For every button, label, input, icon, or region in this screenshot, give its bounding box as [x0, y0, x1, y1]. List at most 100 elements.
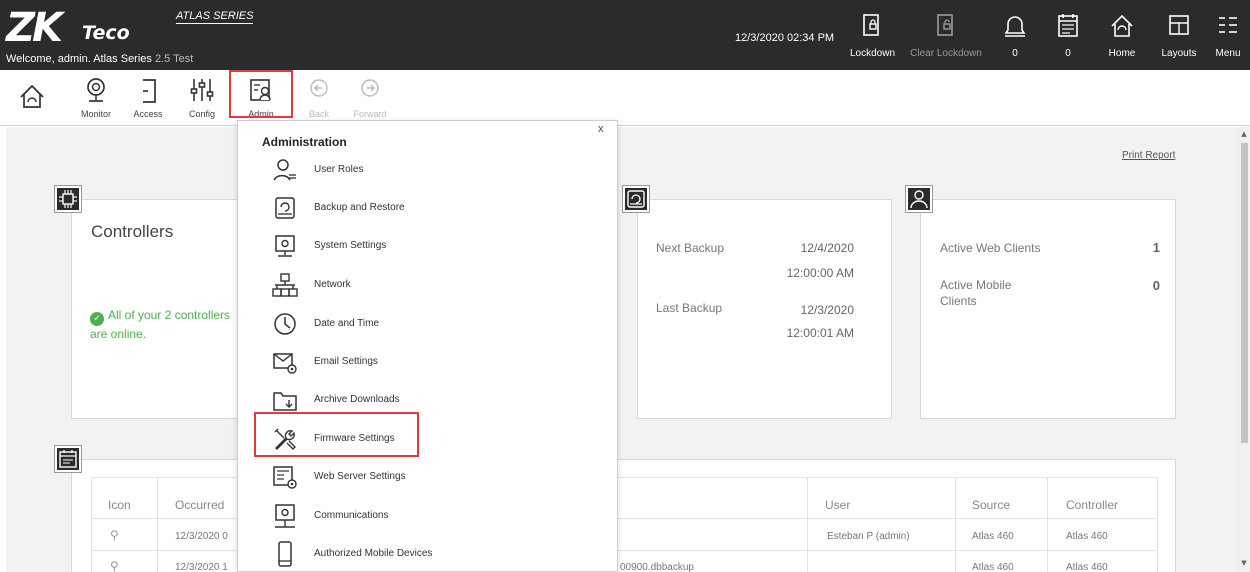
nav-monitor-label: Monitor	[80, 109, 111, 119]
event-occurred: 12/3/2020 1	[175, 562, 228, 572]
nav-access-label: Access	[133, 109, 163, 119]
access-icon	[143, 79, 156, 103]
lockdown-button[interactable]: Lockdown	[850, 12, 896, 62]
events-button[interactable]: 0	[1055, 12, 1081, 62]
calendar-icon	[59, 450, 77, 468]
nav-config-label: Config	[188, 109, 215, 119]
home-button[interactable]: Home	[1106, 12, 1138, 62]
active-mobile-clients-value: 0	[1152, 278, 1160, 293]
firmware-highlight-box	[254, 412, 419, 457]
welcome-label: Welcome, admin. Atlas Series	[6, 53, 152, 65]
column-header-controller[interactable]: Controller	[1066, 497, 1118, 513]
table-col-line	[955, 477, 956, 572]
active-web-clients-label: Active Web Clients	[940, 241, 1041, 255]
last-backup-label: Last Backup	[656, 301, 723, 315]
column-header-source[interactable]: Source	[972, 497, 1010, 513]
event-source: Atlas 460	[972, 531, 1014, 542]
menu-item-label: Network	[314, 279, 351, 290]
table-col-line	[157, 477, 158, 572]
dropdown-close-button[interactable]: x	[598, 123, 604, 135]
home-label: Home	[1108, 48, 1136, 59]
lockdown-label: Lockdown	[850, 48, 896, 59]
controller-panel-icon	[55, 186, 81, 212]
backup-drive-icon	[627, 190, 645, 208]
vertical-scrollbar[interactable]: ▲ ▼	[1238, 127, 1250, 572]
calendar-icon	[1058, 14, 1078, 37]
menu-item-mobile-devices[interactable]: Authorized Mobile Devices	[272, 539, 572, 569]
controllers-title: Controllers	[91, 222, 174, 241]
backup-panel-icon	[623, 186, 649, 212]
menu-icon	[1219, 17, 1237, 33]
check-circle-icon: ✓	[90, 312, 104, 326]
menu-item-label: User Roles	[314, 164, 364, 175]
menu-item-label: Authorized Mobile Devices	[314, 548, 433, 559]
table-col-line	[1047, 477, 1048, 572]
home-icon	[1111, 14, 1133, 37]
menu-item-web-server-settings[interactable]: Web Server Settings	[272, 462, 572, 492]
nav-config[interactable]: Config	[182, 76, 222, 120]
menu-item-user-roles[interactable]: User Roles	[272, 155, 572, 185]
event-user: Esteban P (admin)	[827, 531, 910, 542]
menu-item-label: Email Settings	[314, 356, 378, 367]
nav-access[interactable]: Access	[128, 76, 168, 120]
logo-main-text: ZK	[6, 5, 63, 51]
last-backup-date: 12/3/2020	[800, 303, 854, 317]
network-icon	[272, 273, 298, 297]
menu-item-label: Backup and Restore	[314, 202, 405, 213]
bell-icon	[1004, 16, 1026, 37]
alarms-button[interactable]: 0	[1002, 12, 1028, 62]
events-panel-icon	[55, 446, 81, 472]
config-icon	[190, 79, 214, 101]
nav-back[interactable]: Back	[304, 76, 334, 120]
welcome-text: Welcome, admin. Atlas Series 2.5 Test	[6, 52, 193, 66]
home-icon	[20, 84, 44, 108]
archive-downloads-icon	[273, 392, 297, 411]
layouts-icon	[1169, 15, 1189, 35]
chip-icon	[59, 190, 77, 208]
nav-forward[interactable]: Forward	[352, 76, 388, 120]
event-description: 00900.dbbackup	[620, 562, 694, 572]
atlas-series-badge: ATLAS SERIES	[176, 10, 254, 24]
column-header-user[interactable]: User	[825, 497, 850, 513]
layouts-label: Layouts	[1161, 48, 1197, 59]
menu-item-email-settings[interactable]: Email Settings	[272, 347, 572, 377]
next-backup-time: 12:00:00 AM	[786, 266, 854, 280]
events-count: 0	[1065, 48, 1071, 59]
menu-button[interactable]: Menu	[1212, 12, 1244, 62]
active-mobile-clients-label: Active Mobile Clients	[940, 278, 1012, 308]
subnav-home-button[interactable]	[14, 82, 50, 112]
column-header-icon[interactable]: Icon	[108, 497, 131, 513]
clear-lockdown-icon	[937, 14, 953, 36]
top-header: ZK Teco ATLAS SERIES Welcome, admin. Atl…	[0, 0, 1250, 70]
menu-item-system-settings[interactable]: System Settings	[272, 231, 572, 261]
backup-restore-icon	[275, 197, 295, 219]
clear-lockdown-button[interactable]: Clear Lockdown	[908, 12, 984, 62]
scroll-thumb[interactable]	[1241, 143, 1248, 443]
version-label: 2.5 Test	[154, 53, 194, 65]
scroll-up-icon[interactable]: ▲	[1240, 130, 1248, 138]
back-arrow-icon	[310, 79, 328, 97]
menu-item-label: System Settings	[314, 240, 387, 251]
menu-item-archive-downloads[interactable]: Archive Downloads	[272, 385, 572, 415]
dropdown-title: Administration	[262, 135, 347, 149]
scroll-down-icon[interactable]: ▼	[1240, 559, 1248, 567]
menu-item-date-time[interactable]: Date and Time	[272, 309, 572, 339]
table-col-line	[807, 477, 808, 572]
menu-item-network[interactable]: Network	[272, 270, 572, 300]
admin-highlight-box	[229, 70, 293, 118]
nav-forward-label: Forward	[353, 109, 387, 119]
event-controller: Atlas 460	[1066, 531, 1108, 542]
layouts-button[interactable]: Layouts	[1159, 12, 1199, 62]
event-controller: Atlas 460	[1066, 562, 1108, 572]
menu-item-communications[interactable]: Communications	[272, 501, 572, 531]
logo-sub-text: Teco	[82, 22, 130, 44]
column-header-occurred[interactable]: Occurred	[175, 497, 224, 513]
next-backup-label: Next Backup	[656, 241, 725, 255]
nav-monitor[interactable]: Monitor	[74, 76, 118, 120]
user-roles-icon	[273, 159, 296, 181]
menu-item-backup-restore[interactable]: Backup and Restore	[272, 193, 572, 223]
next-backup-date: 12/4/2020	[800, 241, 854, 255]
monitor-icon	[87, 78, 105, 102]
print-report-link[interactable]: Print Report	[1122, 150, 1175, 162]
clients-panel	[920, 199, 1176, 419]
